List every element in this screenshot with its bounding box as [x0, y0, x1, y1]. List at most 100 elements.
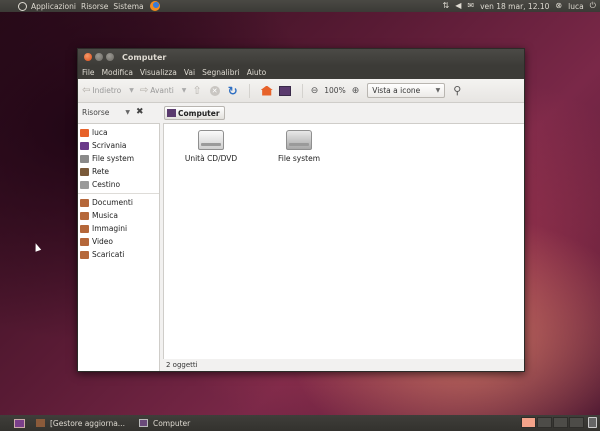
- firefox-icon[interactable]: [149, 1, 160, 11]
- chevron-down-icon[interactable]: ▼: [129, 87, 134, 94]
- menu-visualizza[interactable]: Visualizza: [140, 68, 177, 77]
- clock[interactable]: ven 18 mar, 12.10: [480, 2, 549, 11]
- folder-music-icon: [80, 211, 89, 220]
- mail-icon[interactable]: ✉: [467, 0, 474, 12]
- zoom-out-icon[interactable]: ⊖: [311, 86, 319, 96]
- maximize-button[interactable]: [106, 53, 114, 61]
- user-name[interactable]: luca: [568, 2, 584, 11]
- desktop-icon: [80, 141, 89, 150]
- zoom-level: 100%: [324, 86, 346, 95]
- show-desktop-icon[interactable]: [14, 418, 25, 428]
- reload-icon[interactable]: ↻: [228, 84, 238, 98]
- sidebar-item-immagini[interactable]: Immagini: [78, 222, 159, 235]
- window-body: Risorse ▼ ✖ Computer luca Scrivania File…: [78, 103, 524, 371]
- sidebar-header: Risorse ▼ ✖: [78, 103, 158, 121]
- sidebar-item-rete[interactable]: Rete: [78, 165, 159, 178]
- sidebar-item-label: Scrivania: [92, 141, 127, 150]
- toolbar: ⇦ Indietro ▼ ⇨ Avanti ▼ ⇧ ✕ ↻ ⊖ 100% ⊕ V…: [78, 79, 524, 103]
- system-tray: ⇅ ◀ ✉ ven 18 mar, 12.10 ⊗ luca ⏻: [443, 0, 597, 12]
- stop-icon[interactable]: ✕: [209, 85, 220, 96]
- close-button[interactable]: [84, 53, 92, 61]
- chevron-down-icon[interactable]: ▼: [182, 87, 187, 94]
- toolbar-separator: [248, 83, 250, 98]
- sidebar-item-label: File system: [92, 154, 135, 163]
- window-titlebar[interactable]: Computer: [78, 49, 524, 65]
- task-computer[interactable]: Computer: [134, 417, 195, 429]
- status-text: 2 oggetti: [166, 361, 198, 369]
- folder-pictures-icon: [80, 224, 89, 233]
- window-title: Computer: [122, 52, 167, 62]
- folder-video-icon: [80, 237, 89, 246]
- sidebar-item-label: Musica: [92, 211, 118, 220]
- power-icon[interactable]: ⏻: [590, 0, 596, 12]
- folder-downloads-icon: [80, 250, 89, 259]
- sidebar-item-label: Rete: [92, 167, 110, 176]
- sidebar-item-label: Documenti: [92, 198, 133, 207]
- menu-risorse[interactable]: Risorse: [81, 2, 108, 11]
- view-mode-value: Vista a icone: [372, 86, 421, 95]
- workspace-2[interactable]: [537, 417, 552, 428]
- home-icon[interactable]: [260, 85, 273, 96]
- trash-icon: [80, 180, 89, 189]
- sidebar-item-documenti[interactable]: Documenti: [78, 196, 159, 209]
- sidebar-item-label: Cestino: [92, 180, 121, 189]
- file-item-file-system[interactable]: File system: [264, 130, 334, 163]
- sidebar-item-scaricati[interactable]: Scaricati: [78, 248, 159, 261]
- toolbar-separator: [301, 83, 303, 98]
- back-button[interactable]: ⇦ Indietro ▼: [82, 85, 134, 96]
- sidebar-item-label: Scaricati: [92, 250, 125, 259]
- sidebar-item-video[interactable]: Video: [78, 235, 159, 248]
- menu-file[interactable]: File: [82, 68, 95, 77]
- sidebar-type-select[interactable]: Risorse: [82, 108, 109, 117]
- view-mode-select[interactable]: Vista a icone ▼: [367, 83, 446, 98]
- optical-drive-icon: [198, 130, 224, 150]
- ubuntu-logo-icon[interactable]: [18, 1, 27, 11]
- workspace-switcher: [521, 417, 584, 428]
- status-bar: 2 oggetti: [163, 359, 524, 371]
- sidebar-item-musica[interactable]: Musica: [78, 209, 159, 222]
- menu-vai[interactable]: Vai: [184, 68, 195, 77]
- menubar: File Modifica Visualizza Vai Segnalibri …: [78, 65, 524, 79]
- hard-drive-icon: [286, 130, 312, 150]
- breadcrumb-label: Computer: [178, 108, 220, 118]
- sidebar-bookmarks: Documenti Musica Immagini Video Scaricat…: [78, 193, 159, 263]
- workspace-3[interactable]: [553, 417, 568, 428]
- breadcrumb-computer[interactable]: Computer: [164, 106, 225, 120]
- update-manager-icon: [36, 419, 45, 427]
- computer-icon[interactable]: [278, 85, 291, 96]
- network-icon[interactable]: ⇅: [443, 0, 450, 12]
- volume-icon[interactable]: ◀: [455, 0, 461, 12]
- folder-documents-icon: [80, 198, 89, 207]
- menu-modifica[interactable]: Modifica: [102, 68, 133, 77]
- sidebar-item-luca[interactable]: luca: [78, 126, 159, 139]
- menu-sistema[interactable]: Sistema: [113, 2, 143, 11]
- sidebar-places: luca Scrivania File system Rete Cestino: [78, 124, 159, 193]
- menu-applicazioni[interactable]: Applicazioni: [31, 2, 76, 11]
- user-icon[interactable]: ⊗: [555, 0, 562, 12]
- minimize-button[interactable]: [95, 53, 103, 61]
- sidebar-item-label: Video: [92, 237, 114, 246]
- workspace-1[interactable]: [521, 417, 536, 428]
- sidebar-item-scrivania[interactable]: Scrivania: [78, 139, 159, 152]
- sidebar-item-cestino[interactable]: Cestino: [78, 178, 159, 191]
- sidebar-item-file-system[interactable]: File system: [78, 152, 159, 165]
- bottom-panel: [Gestore aggiorna... Computer: [0, 415, 600, 431]
- sidebar-item-label: Immagini: [92, 224, 128, 233]
- task-update-manager[interactable]: [Gestore aggiorna...: [31, 417, 130, 429]
- file-item-cd-dvd[interactable]: Unità CD/DVD: [176, 130, 246, 163]
- workspace-4[interactable]: [569, 417, 584, 428]
- trash-icon[interactable]: [588, 417, 597, 428]
- close-sidebar-icon[interactable]: ✖: [136, 107, 144, 117]
- forward-label: Avanti: [150, 86, 174, 95]
- up-arrow-icon[interactable]: ⇧: [192, 84, 201, 97]
- chevron-down-icon[interactable]: ▼: [125, 109, 130, 116]
- forward-button[interactable]: ⇨ Avanti ▼: [140, 85, 187, 96]
- computer-icon: [138, 419, 148, 427]
- file-manager-window: Computer File Modifica Visualizza Vai Se…: [77, 48, 525, 372]
- menu-aiuto[interactable]: Aiuto: [247, 68, 267, 77]
- drive-icon: [80, 154, 89, 163]
- zoom-in-icon[interactable]: ⊕: [352, 86, 360, 96]
- file-view[interactable]: Unità CD/DVD File system: [163, 123, 524, 359]
- menu-segnalibri[interactable]: Segnalibri: [202, 68, 240, 77]
- search-icon[interactable]: ⚲: [453, 84, 461, 97]
